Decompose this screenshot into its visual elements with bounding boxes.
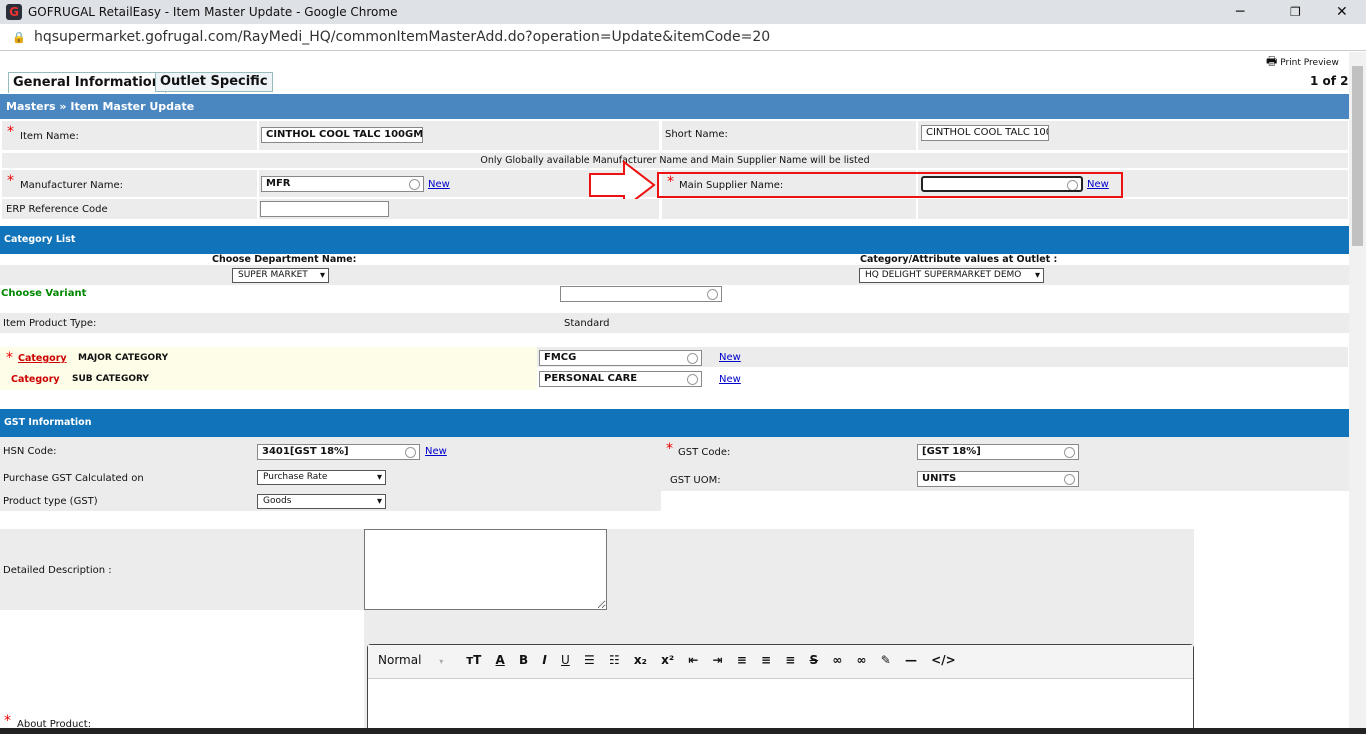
variant-input[interactable] bbox=[560, 286, 722, 302]
print-preview-button[interactable]: 🖶 Print Preview bbox=[1266, 52, 1339, 73]
page-indicator: 1 of 2 bbox=[1310, 74, 1349, 88]
required-star: * bbox=[6, 350, 13, 366]
product-type-label: Item Product Type: bbox=[3, 318, 97, 329]
bullet-list-icon[interactable]: ☷ bbox=[609, 653, 620, 667]
tab-outlet-specific[interactable]: Outlet Specific bbox=[155, 72, 273, 92]
format-select[interactable]: Normal ▾ bbox=[378, 653, 452, 667]
new-hsn-link[interactable]: New bbox=[425, 446, 447, 457]
item-name-label: Item Name: bbox=[20, 131, 79, 142]
bold-icon[interactable]: B bbox=[519, 653, 528, 667]
category-section-header: Category List bbox=[0, 226, 1350, 254]
printer-icon: 🖶 bbox=[1266, 54, 1278, 68]
subscript-icon[interactable]: x₂ bbox=[634, 653, 647, 667]
purchase-gst-select[interactable]: Purchase Rate bbox=[257, 470, 386, 485]
rich-text-editor[interactable]: Normal ▾ тT A B I U ☰ ☷ x₂ x² ⇤ ⇥ ≡ ≡ ≡ … bbox=[367, 644, 1194, 734]
code-icon[interactable]: </> bbox=[931, 653, 956, 667]
outdent-icon[interactable]: ⇤ bbox=[688, 653, 698, 667]
gst-code-input[interactable]: [GST 18%] bbox=[917, 444, 1079, 460]
window-title: GOFRUGAL RetailEasy - Item Master Update… bbox=[28, 5, 398, 19]
product-type-value: Standard bbox=[564, 318, 610, 329]
link-icon[interactable]: ∞ bbox=[832, 653, 842, 667]
new-manufacturer-link[interactable]: New bbox=[428, 179, 450, 190]
gst-uom-input[interactable]: UNITS bbox=[917, 471, 1079, 487]
outlet-label: Category/Attribute values at Outlet : bbox=[860, 254, 1058, 265]
horizontal-rule-icon[interactable]: — bbox=[905, 653, 917, 667]
gst-code-label: GST Code: bbox=[678, 447, 731, 458]
indent-icon[interactable]: ⇥ bbox=[713, 653, 723, 667]
address-bar[interactable]: 🔒 hqsupermarket.gofrugal.com/RayMedi_HQ/… bbox=[0, 24, 1366, 51]
required-star: * bbox=[4, 713, 11, 729]
page-header: Masters » Item Master Update bbox=[0, 94, 1350, 119]
lookup-icon[interactable] bbox=[405, 447, 416, 458]
scrollbar-thumb[interactable] bbox=[1352, 66, 1363, 246]
lookup-icon[interactable] bbox=[687, 374, 698, 385]
detailed-description-label: Detailed Description : bbox=[3, 565, 112, 576]
restore-button[interactable]: ❐ bbox=[1290, 0, 1301, 24]
url-text: hqsupermarket.gofrugal.com/RayMedi_HQ/co… bbox=[34, 29, 771, 45]
category-label-sub: Category bbox=[11, 374, 60, 385]
close-button[interactable]: ✕ bbox=[1336, 0, 1348, 24]
manufacturer-label: Manufacturer Name: bbox=[20, 180, 124, 191]
new-sub-category-link[interactable]: New bbox=[719, 374, 741, 385]
minimize-button[interactable]: ─ bbox=[1236, 0, 1244, 24]
notice-text: Only Globally available Manufacturer Nam… bbox=[2, 153, 1348, 168]
ordered-list-icon[interactable]: ☰ bbox=[584, 653, 595, 667]
outlet-select[interactable]: HQ DELIGHT SUPERMARKET DEMO bbox=[859, 268, 1044, 283]
hsn-label: HSN Code: bbox=[3, 446, 57, 457]
major-category-label: MAJOR CATEGORY bbox=[78, 353, 169, 363]
choose-variant-label: Choose Variant bbox=[1, 288, 87, 299]
item-name-input[interactable]: CINTHOL COOL TALC 100GM bbox=[261, 127, 423, 143]
highlight-icon[interactable]: ✎ bbox=[881, 653, 891, 667]
lookup-icon[interactable] bbox=[687, 353, 698, 364]
product-type-gst-select[interactable]: Goods bbox=[257, 494, 386, 509]
required-star: * bbox=[666, 441, 673, 457]
gst-uom-label: GST UOM: bbox=[670, 475, 721, 486]
sub-category-input[interactable]: PERSONAL CARE bbox=[539, 371, 702, 387]
gst-section-header: GST Information bbox=[0, 409, 1350, 437]
browser-title-bar: G GOFRUGAL RetailEasy - Item Master Upda… bbox=[0, 0, 1366, 24]
align-center-icon[interactable]: ≡ bbox=[761, 653, 771, 667]
hsn-input[interactable]: 3401[GST 18%] bbox=[257, 444, 420, 460]
erp-input[interactable] bbox=[260, 201, 389, 217]
align-right-icon[interactable]: ≡ bbox=[785, 653, 795, 667]
unlink-icon[interactable]: ∞ bbox=[857, 653, 867, 667]
underline-icon[interactable]: U bbox=[561, 653, 570, 667]
scrollbar[interactable] bbox=[1349, 52, 1366, 734]
lookup-icon[interactable] bbox=[1064, 474, 1075, 485]
app-logo-icon: G bbox=[6, 4, 22, 20]
required-star: * bbox=[7, 173, 14, 189]
lock-icon: 🔒 bbox=[12, 31, 26, 44]
superscript-icon[interactable]: x² bbox=[661, 653, 674, 667]
lookup-icon[interactable] bbox=[707, 289, 718, 300]
major-category-input[interactable]: FMCG bbox=[539, 350, 702, 366]
detailed-description-textarea[interactable] bbox=[364, 529, 607, 610]
highlight-box bbox=[657, 172, 1123, 198]
short-name-input[interactable]: CINTHOL COOL TALC 100G bbox=[921, 125, 1049, 141]
required-star: * bbox=[7, 124, 14, 140]
lookup-icon[interactable] bbox=[1064, 447, 1075, 458]
tab-general-information[interactable]: General Information bbox=[8, 72, 166, 93]
erp-label: ERP Reference Code bbox=[6, 204, 108, 215]
font-size-icon[interactable]: тT bbox=[466, 653, 481, 667]
purchase-gst-label: Purchase GST Calculated on bbox=[3, 473, 144, 484]
department-label: Choose Department Name: bbox=[212, 254, 357, 265]
category-link-major[interactable]: Category bbox=[18, 353, 67, 364]
taskbar-edge bbox=[0, 728, 1366, 734]
font-color-icon[interactable]: A bbox=[496, 653, 505, 667]
lookup-icon[interactable] bbox=[409, 179, 420, 190]
print-preview-label: Print Preview bbox=[1280, 58, 1339, 68]
short-name-label: Short Name: bbox=[665, 129, 728, 140]
sub-category-label: SUB CATEGORY bbox=[72, 374, 149, 384]
align-left-icon[interactable]: ≡ bbox=[737, 653, 747, 667]
editor-toolbar: Normal ▾ тT A B I U ☰ ☷ x₂ x² ⇤ ⇥ ≡ ≡ ≡ … bbox=[368, 645, 1193, 679]
department-select[interactable]: SUPER MARKET bbox=[232, 268, 329, 283]
italic-icon[interactable]: I bbox=[542, 653, 546, 667]
manufacturer-input[interactable]: MFR bbox=[261, 176, 424, 192]
product-type-gst-label: Product type (GST) bbox=[3, 496, 98, 507]
strikethrough-icon[interactable]: S bbox=[810, 653, 819, 667]
new-major-category-link[interactable]: New bbox=[719, 352, 741, 363]
